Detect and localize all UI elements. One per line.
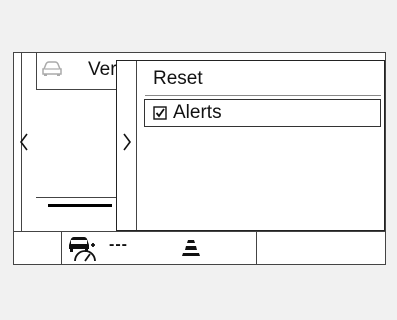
checkbox-checked-icon[interactable] [153,106,167,120]
background-panel: Ver [14,53,116,231]
divider [36,89,116,90]
menu-item-reset[interactable]: Reset [153,67,203,91]
divider [36,197,116,198]
slider-indicator [48,204,112,207]
speed-value: --- [109,236,128,253]
chevron-right-icon[interactable] [121,131,133,153]
panel-title: Ver [88,59,116,80]
car-icon [42,61,62,76]
lane-icon [182,240,200,256]
divider [61,232,62,264]
speedometer-car-icon [69,237,96,262]
menu-item-alerts[interactable]: Alerts [144,99,381,127]
display-screen: Ver Reset Alerts --- [13,52,386,265]
menu-panel: Reset Alerts [116,60,385,231]
divider [145,95,381,96]
chevron-left-icon[interactable] [18,131,30,153]
divider [256,232,257,264]
divider [136,61,137,230]
status-bar: --- [14,231,385,264]
divider [36,53,37,89]
menu-item-label: Alerts [173,102,222,123]
